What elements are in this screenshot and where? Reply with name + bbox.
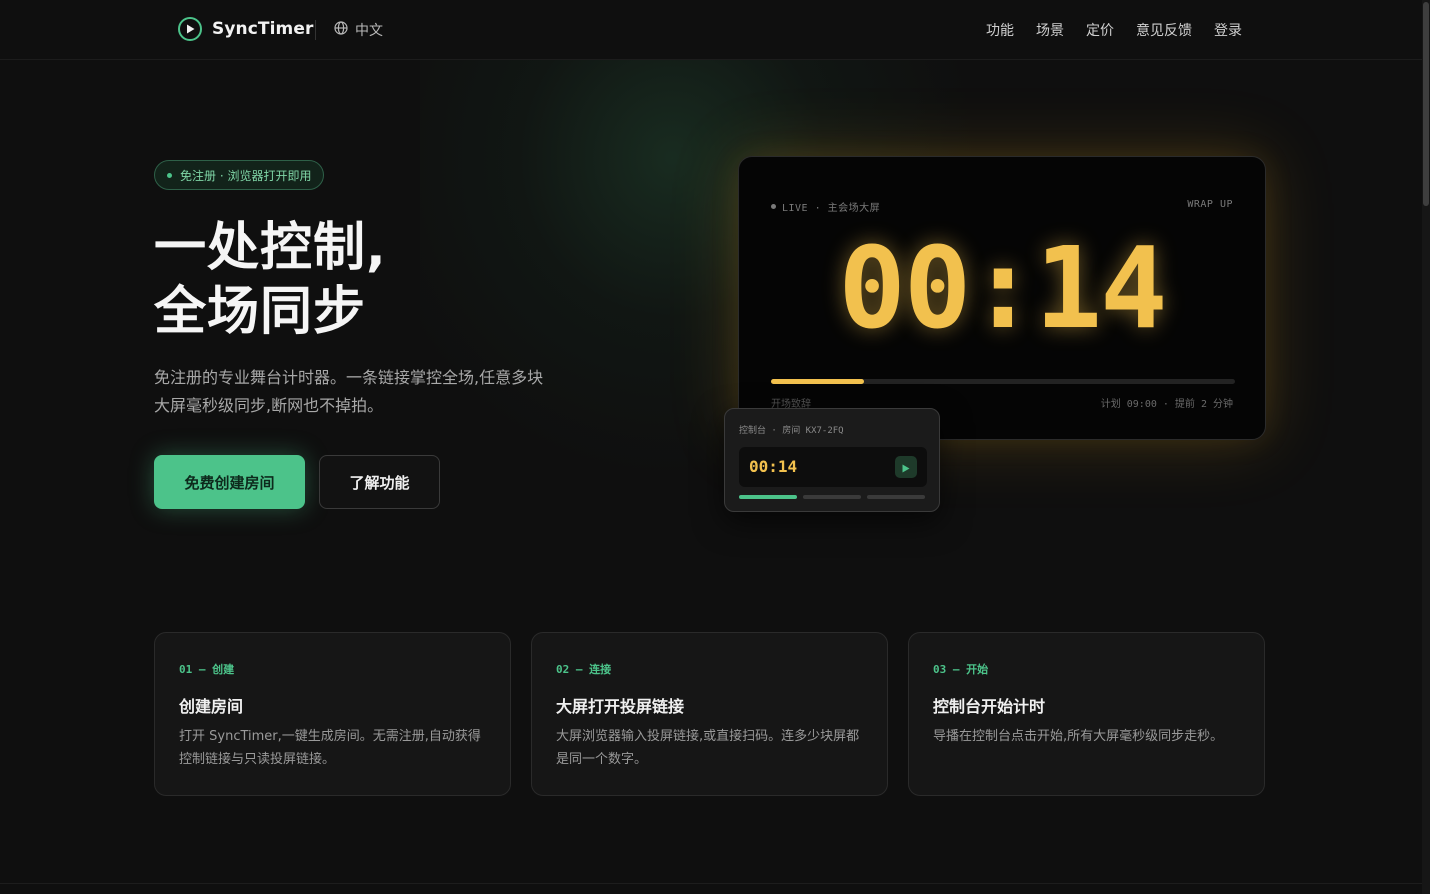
step-number: 02 — 连接 xyxy=(556,663,612,676)
step-description: 打开 SyncTimer,一键生成房间。无需注册,自动获得控制链接与只读投屏链接… xyxy=(179,729,481,767)
plan-info: 计划 09:00 · 提前 2 分钟 xyxy=(1100,399,1233,410)
play-button[interactable] xyxy=(895,456,917,478)
header-divider xyxy=(315,20,316,40)
step-title: 控制台开始计时 xyxy=(933,697,1046,716)
controller-timer-box: 00:14 xyxy=(739,447,927,487)
step-number: 01 — 创建 xyxy=(179,663,235,676)
step-card-create: 01 — 创建 创建房间 打开 SyncTimer,一键生成房间。无需注册,自动… xyxy=(154,632,511,796)
display-screen-preview: LIVE · 主会场大屏 WRAP UP 00:14 开场致辞 计划 09:00… xyxy=(738,156,1266,440)
display-progress-fill xyxy=(771,379,864,384)
nav-scenarios[interactable]: 场景 xyxy=(1036,20,1064,40)
section-divider xyxy=(0,883,1422,884)
learn-features-button[interactable]: 了解功能 xyxy=(319,455,440,509)
page-scrollbar[interactable] xyxy=(1422,0,1430,894)
step-description: 大屏浏览器输入投屏链接,或直接扫码。连多少块屏都是同一个数字。 xyxy=(556,729,860,767)
site-header: SyncTimer 中文 功能 场景 定价 意见反馈 登录 xyxy=(0,0,1422,60)
main-nav: 功能 场景 定价 意见反馈 登录 xyxy=(986,20,1242,40)
hero-title-line1: 一处控制, xyxy=(154,218,387,278)
hero-title-line2: 全场同步 xyxy=(154,282,367,342)
language-label: 中文 xyxy=(355,23,383,39)
step-number: 03 — 开始 xyxy=(933,663,989,676)
step-card-start: 03 — 开始 控制台开始计时 导播在控制台点击开始,所有大屏毫秒级同步走秒。 xyxy=(908,632,1265,796)
step-title: 大屏打开投屏链接 xyxy=(556,697,685,716)
segment-indicators xyxy=(739,495,925,499)
nav-pricing[interactable]: 定价 xyxy=(1086,20,1114,40)
hero-title: 一处控制, 全场同步 xyxy=(154,216,387,344)
controller-header: 控制台 · 房间 KX7-2FQ xyxy=(739,426,844,436)
step-description: 导播在控制台点击开始,所有大屏毫秒级同步走秒。 xyxy=(933,729,1224,744)
hero-badge: 免注册 · 浏览器打开即用 xyxy=(154,160,325,190)
language-switcher[interactable]: 中文 xyxy=(334,20,383,40)
display-timer: 00:14 xyxy=(838,224,1167,354)
hero-desc-line2: 大屏毫秒级同步,断网也不掉拍。 xyxy=(154,396,384,415)
live-status-label: LIVE · 主会场大屏 xyxy=(782,203,881,214)
nav-feedback[interactable]: 意见反馈 xyxy=(1136,20,1192,40)
hero-description: 免注册的专业舞台计时器。一条链接掌控全场,任意多块 大屏毫秒级同步,断网也不掉拍… xyxy=(154,364,594,420)
segment-indicator xyxy=(867,495,925,499)
segment-indicator xyxy=(739,495,797,499)
badge-dot xyxy=(167,172,172,178)
live-status: LIVE · 主会场大屏 xyxy=(771,199,880,214)
step-title: 创建房间 xyxy=(179,697,244,716)
nav-features[interactable]: 功能 xyxy=(986,20,1014,40)
nav-login[interactable]: 登录 xyxy=(1214,20,1242,40)
hero-desc-line1: 免注册的专业舞台计时器。一条链接掌控全场,任意多块 xyxy=(154,368,544,387)
segment-indicator xyxy=(803,495,861,499)
display-progress-track xyxy=(771,379,1235,384)
live-dot xyxy=(771,204,776,209)
create-room-button[interactable]: 免费创建房间 xyxy=(154,455,305,509)
scrollbar-thumb[interactable] xyxy=(1423,2,1429,206)
controller-timer: 00:14 xyxy=(749,457,798,476)
step-card-connect: 02 — 连接 大屏打开投屏链接 大屏浏览器输入投屏链接,或直接扫码。连多少块屏… xyxy=(531,632,888,796)
play-icon xyxy=(902,458,910,477)
timer-state-label: WRAP UP xyxy=(1187,199,1233,210)
logo-play-icon xyxy=(178,17,202,41)
brand-logo[interactable]: SyncTimer xyxy=(178,17,313,41)
controller-card: 控制台 · 房间 KX7-2FQ 00:14 xyxy=(724,408,940,512)
globe-icon xyxy=(334,21,348,39)
badge-label: 免注册 · 浏览器打开即用 xyxy=(180,168,312,183)
brand-name: SyncTimer xyxy=(212,19,314,39)
